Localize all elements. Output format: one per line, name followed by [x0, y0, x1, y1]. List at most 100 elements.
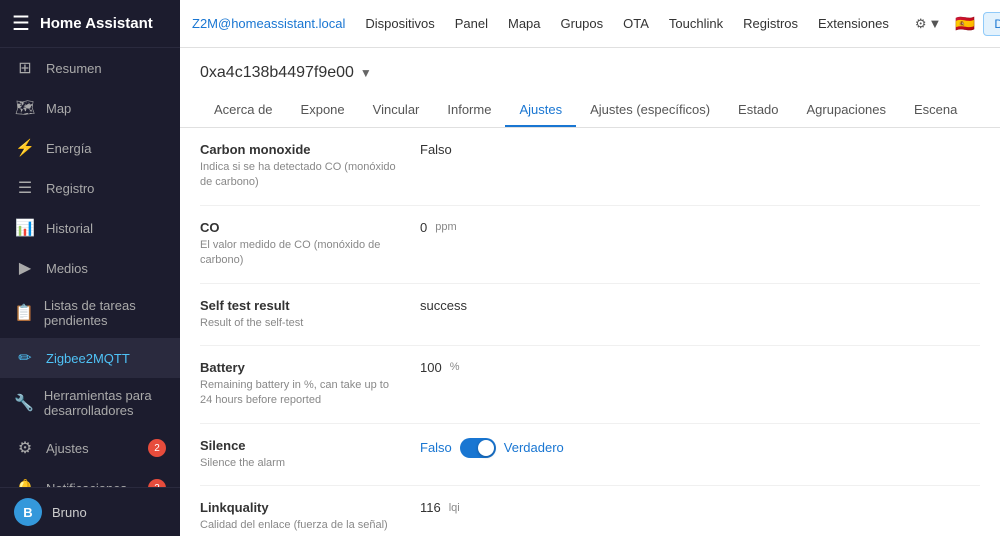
device-chevron-icon: ▼: [360, 66, 372, 80]
sidebar-item-zigbee[interactable]: ✏ Zigbee2MQTT: [0, 338, 180, 378]
tab-acerca[interactable]: Acerca de: [200, 94, 287, 127]
prop-name-battery: Battery: [200, 360, 400, 375]
prop-desc-co: El valor medido de CO (monóxido de carbo…: [200, 238, 400, 269]
prop-info-carbon-monoxide: Carbon monoxide Indica si se ha detectad…: [200, 142, 400, 191]
nav-ota[interactable]: OTA: [615, 12, 657, 35]
sidebar-nav: ⊞ Resumen 🗺 Map ⚡ Energía ☰ Registro 📊 H…: [0, 48, 180, 487]
settings-chevron-icon: ▼: [929, 16, 942, 31]
sidebar-item-notifications[interactable]: 🔔 Notificaciones 2: [0, 468, 180, 487]
toggle-group-silence: Falso Verdadero: [420, 438, 564, 458]
property-row-carbon-monoxide: Carbon monoxide Indica si se ha detectad…: [200, 128, 980, 206]
prop-value-co: 0 ppm: [420, 220, 980, 235]
topbar-right: ⚙ ▼ 🇪🇸 Deshabilitar unirse (Coordinator)…: [909, 12, 1000, 36]
prop-desc-carbon-monoxide: Indica si se ha detectado CO (monóxido d…: [200, 160, 400, 191]
energy-icon: ⚡: [14, 138, 36, 158]
tab-expone[interactable]: Expone: [287, 94, 359, 127]
content-header: 0xa4c138b4497f9e00 ▼ Acerca de Expone Vi…: [180, 48, 1000, 128]
sidebar-item-map[interactable]: 🗺 Map: [0, 88, 180, 128]
map-icon: 🗺: [14, 98, 36, 118]
property-row-linkquality: Linkquality Calidad del enlace (fuerza d…: [200, 486, 980, 536]
prop-value-battery: 100 %: [420, 360, 980, 375]
properties-list: Carbon monoxide Indica si se ha detectad…: [180, 128, 1000, 536]
menu-icon[interactable]: ☰: [12, 11, 30, 36]
sidebar-item-medios[interactable]: ▶ Medios: [0, 248, 180, 288]
property-row-silence: Silence Silence the alarm Falso Verdader…: [200, 424, 980, 486]
tab-consola[interactable]: Consola de desarrollo: [971, 94, 980, 127]
prop-value-self-test: success: [420, 298, 980, 313]
tab-escena[interactable]: Escena: [900, 94, 971, 127]
content-area: 0xa4c138b4497f9e00 ▼ Acerca de Expone Vi…: [180, 48, 1000, 536]
tasks-icon: 📋: [14, 303, 34, 323]
prop-name-co: CO: [200, 220, 400, 235]
log-icon: ☰: [14, 178, 36, 198]
nav-extensiones[interactable]: Extensiones: [810, 12, 897, 35]
sidebar-item-tareas[interactable]: 📋 Listas de tareas pendientes: [0, 288, 180, 338]
prop-value-silence: Falso Verdadero: [420, 438, 980, 458]
nav-touchlink[interactable]: Touchlink: [661, 12, 731, 35]
media-icon: ▶: [14, 258, 36, 278]
prop-value-linkquality: 116 lqi: [420, 500, 980, 515]
tab-agrupaciones[interactable]: Agrupaciones: [793, 94, 901, 127]
prop-info-co: CO El valor medido de CO (monóxido de ca…: [200, 220, 400, 269]
settings-gear-icon: ⚙: [915, 16, 927, 32]
prop-value-carbon-monoxide: Falso: [420, 142, 980, 157]
join-button[interactable]: Deshabilitar unirse (Coordinator) 03:12: [983, 12, 1000, 36]
prop-info-linkquality: Linkquality Calidad del enlace (fuerza d…: [200, 500, 400, 533]
settings-badge: 2: [148, 439, 166, 457]
tabs: Acerca de Expone Vincular Informe Ajuste…: [200, 94, 980, 127]
nav-grupos[interactable]: Grupos: [553, 12, 612, 35]
prop-name-self-test: Self test result: [200, 298, 400, 313]
nav-dispositivos[interactable]: Dispositivos: [357, 12, 442, 35]
tools-icon: 🔧: [14, 393, 34, 413]
grid-icon: ⊞: [14, 58, 36, 78]
topbar-link[interactable]: Z2M@homeassistant.local: [192, 16, 345, 31]
language-flag[interactable]: 🇪🇸: [955, 14, 975, 34]
prop-name-carbon-monoxide: Carbon monoxide: [200, 142, 400, 157]
property-row-co: CO El valor medido de CO (monóxido de ca…: [200, 206, 980, 284]
tab-estado[interactable]: Estado: [724, 94, 792, 127]
silence-toggle[interactable]: [460, 438, 496, 458]
prop-info-battery: Battery Remaining battery in %, can take…: [200, 360, 400, 409]
sidebar: ☰ Home Assistant ⊞ Resumen 🗺 Map ⚡ Energ…: [0, 0, 180, 536]
toggle-true-label[interactable]: Verdadero: [504, 440, 564, 455]
prop-info-self-test: Self test result Result of the self-test: [200, 298, 400, 331]
prop-desc-self-test: Result of the self-test: [200, 316, 400, 331]
sidebar-item-settings[interactable]: ⚙ Ajustes 2: [0, 428, 180, 468]
sidebar-title: Home Assistant: [40, 15, 153, 32]
sidebar-item-tools[interactable]: 🔧 Herramientas para desarrolladores: [0, 378, 180, 428]
prop-name-linkquality: Linkquality: [200, 500, 400, 515]
tab-informe[interactable]: Informe: [433, 94, 505, 127]
prop-name-silence: Silence: [200, 438, 400, 453]
sidebar-header: ☰ Home Assistant: [0, 0, 180, 48]
nav-registros[interactable]: Registros: [735, 12, 806, 35]
sidebar-item-registro[interactable]: ☰ Registro: [0, 168, 180, 208]
prop-desc-linkquality: Calidad del enlace (fuerza de la señal): [200, 518, 400, 533]
tab-ajustes[interactable]: Ajustes: [505, 94, 576, 127]
settings-button[interactable]: ⚙ ▼: [909, 12, 948, 36]
property-row-battery: Battery Remaining battery in %, can take…: [200, 346, 980, 424]
history-icon: 📊: [14, 218, 36, 238]
sidebar-footer[interactable]: B Bruno: [0, 487, 180, 536]
tab-ajustes-esp[interactable]: Ajustes (específicos): [576, 94, 724, 127]
property-row-self-test: Self test result Result of the self-test…: [200, 284, 980, 346]
nav-panel[interactable]: Panel: [447, 12, 496, 35]
settings-icon: ⚙: [14, 438, 36, 458]
sidebar-item-historial[interactable]: 📊 Historial: [0, 208, 180, 248]
sidebar-item-energia[interactable]: ⚡ Energía: [0, 128, 180, 168]
topbar: Z2M@homeassistant.local Dispositivos Pan…: [180, 0, 1000, 48]
device-id: 0xa4c138b4497f9e00: [200, 64, 354, 82]
user-name: Bruno: [52, 505, 87, 520]
main-content: Z2M@homeassistant.local Dispositivos Pan…: [180, 0, 1000, 536]
notifications-badge: 2: [148, 479, 166, 487]
sidebar-item-resumen[interactable]: ⊞ Resumen: [0, 48, 180, 88]
nav-mapa[interactable]: Mapa: [500, 12, 549, 35]
prop-info-silence: Silence Silence the alarm: [200, 438, 400, 471]
toggle-false-label[interactable]: Falso: [420, 440, 452, 455]
prop-desc-silence: Silence the alarm: [200, 456, 400, 471]
zigbee-icon: ✏: [14, 348, 36, 368]
tab-vincular[interactable]: Vincular: [359, 94, 434, 127]
notification-icon: 🔔: [14, 478, 36, 487]
prop-desc-battery: Remaining battery in %, can take up to 2…: [200, 378, 400, 409]
device-selector[interactable]: 0xa4c138b4497f9e00 ▼: [200, 64, 980, 82]
topbar-nav: Dispositivos Panel Mapa Grupos OTA Touch…: [357, 12, 897, 35]
